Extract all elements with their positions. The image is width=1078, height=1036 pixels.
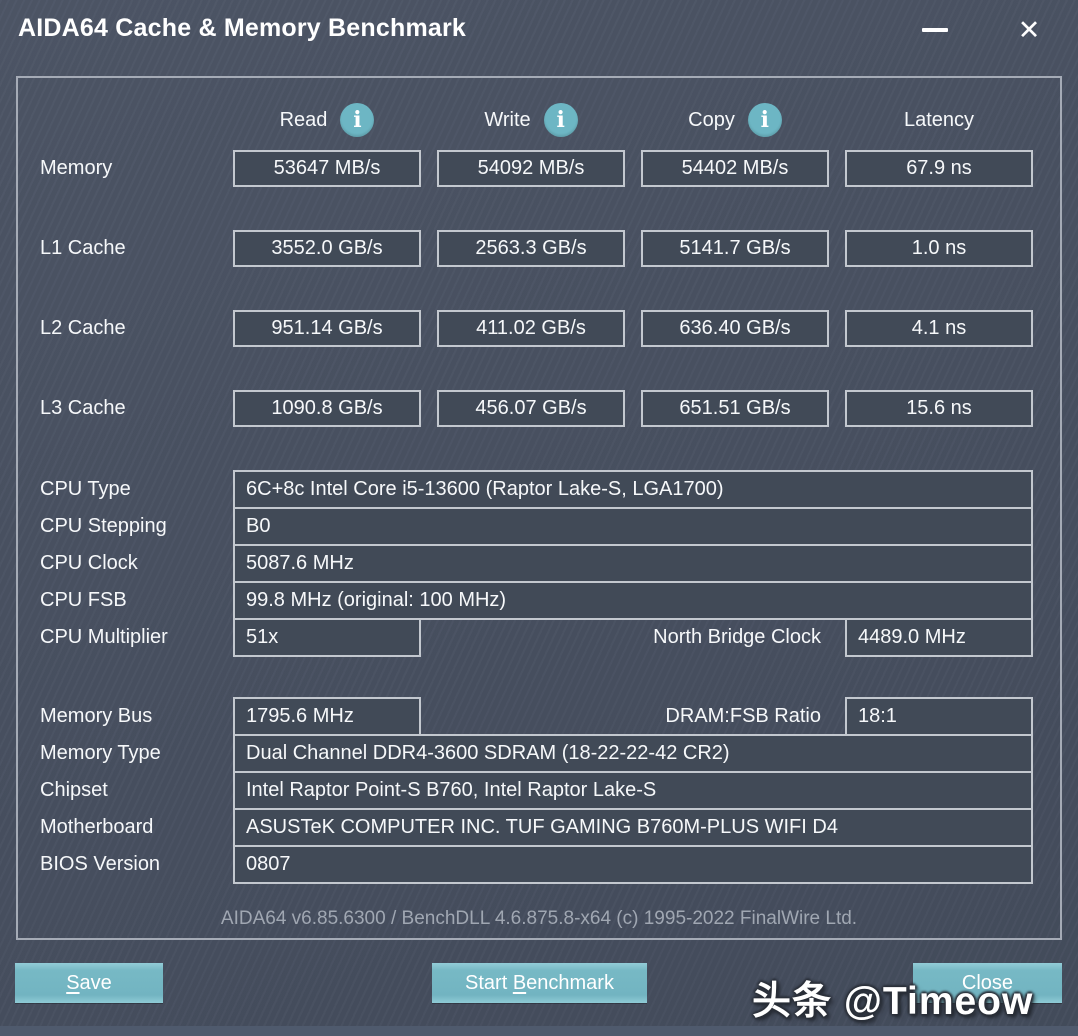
column-header-label: Read [279, 108, 328, 131]
memory-latency-value: 67.9 ns [845, 150, 1033, 187]
column-header-label: Copy [688, 108, 735, 131]
l2-read-value: 951.14 GB/s [233, 310, 421, 347]
row-label-cpu-multiplier: CPU Multiplier [40, 626, 168, 648]
cpu-fsb-value: 99.8 MHz (original: 100 MHz) [233, 581, 1033, 620]
start-label-post: enchmark [526, 971, 614, 994]
row-label-bios-version: BIOS Version [40, 853, 161, 875]
row-label-cpu-clock: CPU Clock [40, 552, 138, 574]
row-label-motherboard: Motherboard [40, 816, 154, 838]
row-label-l2-cache: L2 Cache [40, 317, 126, 339]
l1-read-value: 3552.0 GB/s [233, 230, 421, 267]
close-window-button[interactable]: ✕ [1006, 8, 1052, 52]
column-header-write: Write i [437, 100, 625, 140]
row-label-cpu-stepping: CPU Stepping [40, 515, 167, 537]
column-header-latency: Latency [845, 100, 1033, 140]
l3-latency-value: 15.6 ns [845, 390, 1033, 427]
chipset-value: Intel Raptor Point-S B760, Intel Raptor … [233, 771, 1033, 810]
window-bottom-edge [0, 1026, 1078, 1036]
benchmark-panel: Read i Write i Copy i Latency Memory 536… [16, 76, 1062, 940]
version-credits: AIDA64 v6.85.6300 / BenchDLL 4.6.875.8-x… [220, 908, 858, 929]
row-label-chipset: Chipset [40, 779, 108, 801]
memory-write-value: 54092 MB/s [437, 150, 625, 187]
save-button[interactable]: Save [15, 963, 163, 1003]
north-bridge-clock-value: 4489.0 MHz [845, 618, 1033, 657]
bios-version-value: 0807 [233, 845, 1033, 884]
row-label-cpu-fsb: CPU FSB [40, 589, 127, 611]
memory-type-value: Dual Channel DDR4-3600 SDRAM (18-22-22-4… [233, 734, 1033, 773]
row-label-memory-bus: Memory Bus [40, 705, 153, 727]
row-label-l3-cache: L3 Cache [40, 397, 126, 419]
info-icon[interactable]: i [543, 103, 578, 137]
column-header-copy: Copy i [641, 100, 829, 140]
l1-write-value: 2563.3 GB/s [437, 230, 625, 267]
info-icon[interactable]: i [747, 103, 782, 137]
start-label-mnemonic: B [512, 971, 527, 994]
memory-copy-value: 54402 MB/s [641, 150, 829, 187]
column-header-label: Latency [903, 108, 975, 131]
start-benchmark-button[interactable]: Start Benchmark [432, 963, 647, 1003]
cpu-type-value: 6C+8c Intel Core i5-13600 (Raptor Lake-S… [233, 470, 1033, 509]
minimize-button[interactable] [912, 8, 958, 52]
cpu-clock-value: 5087.6 MHz [233, 544, 1033, 583]
row-label-memory: Memory [40, 157, 113, 179]
l3-read-value: 1090.8 GB/s [233, 390, 421, 427]
title-bar: AIDA64 Cache & Memory Benchmark ✕ [0, 0, 1078, 64]
column-header-read: Read i [233, 100, 421, 140]
cpu-multiplier-value: 51x [233, 618, 421, 657]
row-label-l1-cache: L1 Cache [40, 237, 126, 259]
dram-fsb-ratio-value: 18:1 [845, 697, 1033, 736]
motherboard-value: ASUSTeK COMPUTER INC. TUF GAMING B760M-P… [233, 808, 1033, 847]
minimize-icon [922, 28, 948, 32]
window-title: AIDA64 Cache & Memory Benchmark [18, 14, 467, 42]
l1-copy-value: 5141.7 GB/s [641, 230, 829, 267]
l2-copy-value: 636.40 GB/s [641, 310, 829, 347]
memory-read-value: 53647 MB/s [233, 150, 421, 187]
north-bridge-clock-label: North Bridge Clock [653, 626, 821, 648]
info-icon[interactable]: i [340, 103, 375, 137]
row-label-memory-type: Memory Type [40, 742, 161, 764]
save-label-mnemonic: S [66, 971, 80, 994]
start-label-pre: Start [465, 971, 513, 994]
close-icon: ✕ [1017, 14, 1041, 45]
column-header-label: Write [484, 108, 531, 131]
dram-fsb-ratio-label: DRAM:FSB Ratio [665, 705, 821, 727]
memory-bus-value: 1795.6 MHz [233, 697, 421, 736]
cpu-stepping-value: B0 [233, 507, 1033, 546]
l3-write-value: 456.07 GB/s [437, 390, 625, 427]
save-label-post: ave [79, 971, 112, 994]
l3-copy-value: 651.51 GB/s [641, 390, 829, 427]
l1-latency-value: 1.0 ns [845, 230, 1033, 267]
toutiao-watermark: 头条 @Timeow [752, 980, 1034, 1023]
l2-write-value: 411.02 GB/s [437, 310, 625, 347]
row-label-cpu-type: CPU Type [40, 478, 131, 500]
l2-latency-value: 4.1 ns [845, 310, 1033, 347]
